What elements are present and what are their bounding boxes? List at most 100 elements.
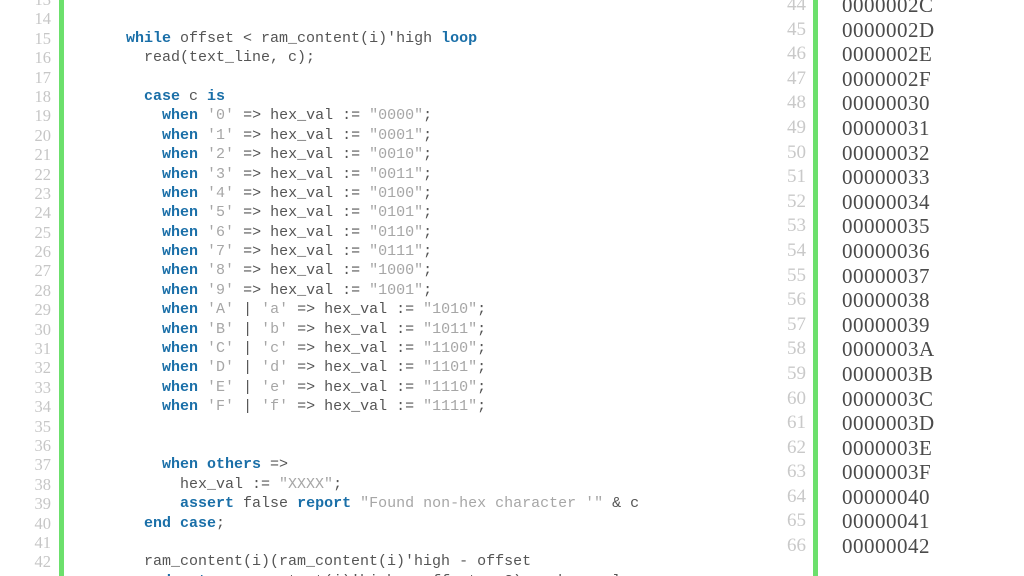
- hex-line-number[interactable]: 44: [760, 0, 813, 18]
- code-line-number[interactable]: 34: [0, 397, 59, 416]
- hex-value[interactable]: 00000040: [842, 485, 1024, 510]
- code-line[interactable]: when '9' => hex_val := "1001";: [72, 281, 760, 300]
- code-line-number[interactable]: 30: [0, 320, 59, 339]
- hex-value[interactable]: 00000033: [842, 165, 1024, 190]
- hex-line-number[interactable]: 45: [760, 18, 813, 43]
- code-line[interactable]: assert false report "Found non-hex chara…: [72, 494, 760, 513]
- hex-value[interactable]: 0000003F: [842, 460, 1024, 485]
- hex-line-number[interactable]: 54: [760, 239, 813, 264]
- hex-line-number-gutter[interactable]: 44 45 46 47 48 49 50 51 52 53 54 55 56 57 58 59 60 61 62 63…: [760, 0, 813, 569]
- hex-value[interactable]: 00000034: [842, 190, 1024, 215]
- hex-line-number[interactable]: 65: [760, 509, 813, 534]
- hex-value[interactable]: 0000002C: [842, 0, 1024, 18]
- code-editor-pane[interactable]: 1314151617181920212223242526272829303132…: [0, 0, 760, 576]
- code-line-number[interactable]: 19: [0, 106, 59, 125]
- code-line-number[interactable]: 13: [0, 0, 59, 9]
- code-line-number[interactable]: 15: [0, 29, 59, 48]
- code-line-number[interactable]: 41: [0, 533, 59, 552]
- code-line[interactable]: [72, 68, 760, 87]
- hex-line-number[interactable]: 48: [760, 91, 813, 116]
- hex-value[interactable]: 00000031: [842, 116, 1024, 141]
- hex-value[interactable]: 0000002E: [842, 42, 1024, 67]
- hex-line-number[interactable]: 62: [760, 436, 813, 461]
- hex-line-number[interactable]: 47: [760, 67, 813, 92]
- hex-line-number[interactable]: 53: [760, 214, 813, 239]
- code-line-number[interactable]: 14: [0, 9, 59, 28]
- code-line-number[interactable]: 22: [0, 165, 59, 184]
- code-line-number[interactable]: 36: [0, 436, 59, 455]
- code-line[interactable]: when '2' => hex_val := "0010";: [72, 145, 760, 164]
- code-line[interactable]: [72, 0, 760, 9]
- code-line[interactable]: ram_content(i)(ram_content(i)'high - off…: [72, 552, 760, 571]
- hex-value[interactable]: 0000003A: [842, 337, 1024, 362]
- hex-value[interactable]: 0000003E: [842, 436, 1024, 461]
- code-line[interactable]: when '7' => hex_val := "0111";: [72, 242, 760, 261]
- hex-line-number[interactable]: 52: [760, 190, 813, 215]
- hex-line-number[interactable]: 63: [760, 460, 813, 485]
- code-line-number[interactable]: 42: [0, 552, 59, 571]
- hex-line-number[interactable]: 57: [760, 313, 813, 338]
- code-line[interactable]: when '1' => hex_val := "0001";: [72, 126, 760, 145]
- hex-value[interactable]: 00000041: [842, 509, 1024, 534]
- code-line[interactable]: when '3' => hex_val := "0011";: [72, 165, 760, 184]
- code-line[interactable]: when 'D' | 'd' => hex_val := "1101";: [72, 358, 760, 377]
- hex-value[interactable]: 00000038: [842, 288, 1024, 313]
- hex-value[interactable]: 00000042: [842, 534, 1024, 559]
- code-line-number[interactable]: 33: [0, 378, 59, 397]
- hex-line-number[interactable]: 61: [760, 411, 813, 436]
- code-line-number[interactable]: 32: [0, 358, 59, 377]
- code-line[interactable]: downto ram_content(i)'high - offset - 3)…: [72, 572, 760, 576]
- hex-value[interactable]: 0000003B: [842, 362, 1024, 387]
- code-line-number[interactable]: 17: [0, 68, 59, 87]
- code-line-number-gutter[interactable]: 1314151617181920212223242526272829303132…: [0, 0, 59, 576]
- code-line-number[interactable]: 43: [0, 572, 59, 576]
- code-line-number[interactable]: 37: [0, 455, 59, 474]
- code-line[interactable]: when '8' => hex_val := "1000";: [72, 261, 760, 280]
- hex-value[interactable]: 0000003C: [842, 387, 1024, 412]
- hex-line-number[interactable]: 51: [760, 165, 813, 190]
- code-line-number[interactable]: 24: [0, 203, 59, 222]
- code-line-number[interactable]: 20: [0, 126, 59, 145]
- hex-value[interactable]: 00000039: [842, 313, 1024, 338]
- code-line-number[interactable]: 25: [0, 223, 59, 242]
- hex-listing-pane[interactable]: 44 45 46 47 48 49 50 51 52 53 54 55 56 57 58 59 60 61 62 63…: [760, 0, 1024, 576]
- hex-line-number[interactable]: 55: [760, 264, 813, 289]
- code-line[interactable]: when 'A' | 'a' => hex_val := "1010";: [72, 300, 760, 319]
- code-line[interactable]: end case;: [72, 514, 760, 533]
- code-line[interactable]: when '5' => hex_val := "0101";: [72, 203, 760, 222]
- code-line-number[interactable]: 39: [0, 494, 59, 513]
- code-line-number[interactable]: 29: [0, 300, 59, 319]
- code-line-number[interactable]: 27: [0, 261, 59, 280]
- code-line-number[interactable]: 23: [0, 184, 59, 203]
- code-line[interactable]: when 'C' | 'c' => hex_val := "1100";: [72, 339, 760, 358]
- code-line[interactable]: when 'E' | 'e' => hex_val := "1110";: [72, 378, 760, 397]
- hex-value[interactable]: 00000037: [842, 264, 1024, 289]
- hex-line-number[interactable]: 46: [760, 42, 813, 67]
- code-line-number[interactable]: 31: [0, 339, 59, 358]
- code-line[interactable]: when '4' => hex_val := "0100";: [72, 184, 760, 203]
- code-line-number[interactable]: 40: [0, 514, 59, 533]
- code-line-number[interactable]: 38: [0, 475, 59, 494]
- hex-value[interactable]: 00000036: [842, 239, 1024, 264]
- code-line[interactable]: [72, 436, 760, 455]
- hex-line-number[interactable]: 58: [760, 337, 813, 362]
- hex-line-number[interactable]: 49: [760, 116, 813, 141]
- code-line[interactable]: when '0' => hex_val := "0000";: [72, 106, 760, 125]
- code-line[interactable]: hex_val := "XXXX";: [72, 475, 760, 494]
- code-line[interactable]: when 'F' | 'f' => hex_val := "1111";: [72, 397, 760, 416]
- hex-text-area[interactable]: 0000002C 0000002D 0000002E 0000002F 00000030…: [842, 0, 1024, 569]
- hex-line-number[interactable]: 60: [760, 387, 813, 412]
- code-line-number[interactable]: 28: [0, 281, 59, 300]
- hex-value[interactable]: 00000035: [842, 214, 1024, 239]
- code-line[interactable]: [72, 417, 760, 436]
- code-line[interactable]: when others =>: [72, 455, 760, 474]
- code-line[interactable]: [72, 533, 760, 552]
- code-line-number[interactable]: 35: [0, 417, 59, 436]
- hex-line-number[interactable]: 59: [760, 362, 813, 387]
- code-line[interactable]: [72, 9, 760, 28]
- hex-value[interactable]: 0000002D: [842, 18, 1024, 43]
- code-text-area[interactable]: while offset < ram_content(i)'high loop …: [72, 0, 760, 576]
- hex-line-number[interactable]: 56: [760, 288, 813, 313]
- code-line-number[interactable]: 18: [0, 87, 59, 106]
- code-line[interactable]: when '6' => hex_val := "0110";: [72, 223, 760, 242]
